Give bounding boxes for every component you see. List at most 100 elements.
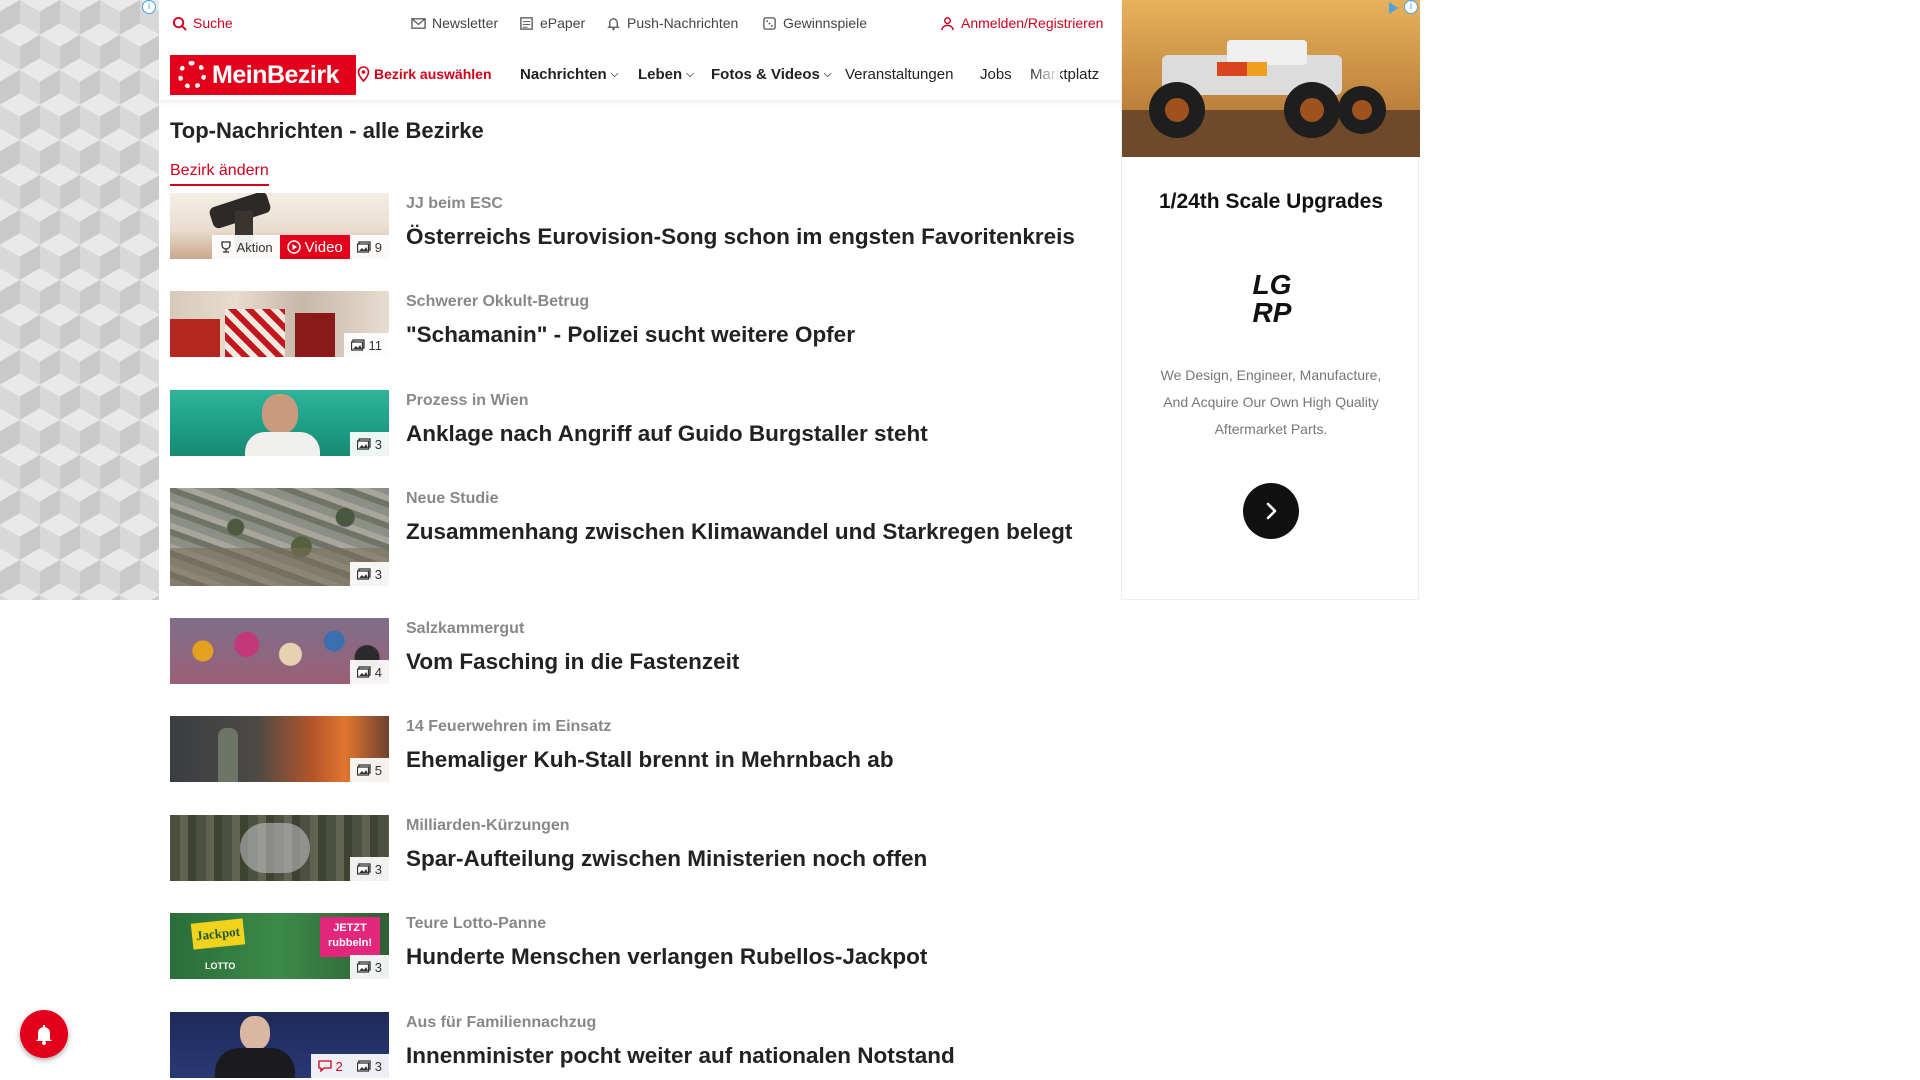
image-count: 3 bbox=[374, 436, 382, 452]
article-kicker: JJ beim ESC bbox=[406, 195, 503, 212]
article-thumbnail[interactable]: Aktion Video 9 bbox=[170, 193, 389, 259]
notification-bell-button[interactable] bbox=[20, 1010, 68, 1058]
article-thumbnail[interactable]: 3 bbox=[170, 815, 389, 881]
article-kicker: Salzkammergut bbox=[406, 620, 525, 637]
thumbnail-person bbox=[215, 1048, 295, 1078]
images-icon bbox=[356, 241, 371, 253]
article-headline[interactable]: Zusammenhang zwischen Klimawandel und St… bbox=[406, 516, 1126, 547]
nav-item-jobs[interactable]: Jobs bbox=[980, 66, 1012, 83]
newsletter-label: Newsletter bbox=[432, 15, 499, 31]
image-count-badge: 3 bbox=[349, 562, 389, 586]
thumbnail-badges: 3 bbox=[349, 955, 389, 979]
action-badge-label: Aktion bbox=[236, 239, 273, 255]
chevron-right-icon bbox=[1266, 502, 1277, 520]
image-count: 5 bbox=[374, 762, 382, 778]
login-link[interactable]: Anmelden/Registrieren bbox=[940, 15, 1103, 31]
article-thumbnail[interactable]: 2 3 bbox=[170, 1012, 389, 1078]
article-headline[interactable]: Österreichs Eurovision-Song schon im eng… bbox=[406, 221, 1126, 252]
location-pin-icon bbox=[357, 66, 370, 82]
article-headline[interactable]: "Schamanin" - Polizei sucht weitere Opfe… bbox=[406, 319, 1126, 350]
article-item[interactable]: 5 14 Feuerwehren im Einsatz Ehemaliger K… bbox=[170, 716, 1120, 786]
ad-info-icon[interactable]: i bbox=[142, 0, 156, 14]
thumbnail-badges: 3 bbox=[349, 857, 389, 881]
thumbnail-sign-jackpot: Jackpot bbox=[190, 918, 246, 950]
article-headline[interactable]: Spar-Aufteilung zwischen Ministerien noc… bbox=[406, 843, 1126, 874]
article-item[interactable]: Aktion Video 9 JJ beim ESC Österreichs E… bbox=[170, 193, 1120, 263]
article-thumbnail[interactable]: Jackpot JETZT rubbeln! LOTTO 3 bbox=[170, 913, 389, 979]
epaper-link[interactable]: ePaper bbox=[519, 15, 585, 31]
envelope-icon bbox=[411, 17, 426, 29]
image-count-badge: 5 bbox=[349, 758, 389, 782]
article-item[interactable]: 3 Neue Studie Zusammenhang zwischen Klim… bbox=[170, 488, 1120, 588]
nav-item-life[interactable]: Leben ⌵ bbox=[638, 66, 694, 83]
user-icon bbox=[941, 16, 954, 30]
ad-choices-icon[interactable] bbox=[1389, 2, 1398, 14]
svg-text:LG: LG bbox=[1253, 269, 1292, 300]
article-thumbnail[interactable]: 5 bbox=[170, 716, 389, 782]
right-ad-banner[interactable]: i 1/24th Scale Upgrades LG RP We Design,… bbox=[1121, 0, 1420, 600]
article-thumbnail[interactable]: 3 bbox=[170, 390, 389, 456]
nav-item-news[interactable]: Nachrichten ⌵ bbox=[520, 66, 618, 83]
utility-bar: Suche Newsletter ePaper Push-Nachrichten… bbox=[159, 0, 1121, 46]
article-headline[interactable]: Vom Fasching in die Fastenzeit bbox=[406, 646, 1126, 677]
district-select[interactable]: Bezirk auswählen bbox=[357, 66, 492, 82]
image-count: 9 bbox=[374, 239, 382, 255]
article-item[interactable]: 4 Salzkammergut Vom Fasching in die Fast… bbox=[170, 618, 1120, 688]
nav-fade bbox=[1030, 55, 1060, 95]
games-label: Gewinnspiele bbox=[783, 15, 868, 31]
images-icon bbox=[350, 339, 365, 351]
images-icon bbox=[356, 863, 371, 875]
article-thumbnail[interactable]: 11 bbox=[170, 291, 389, 357]
article-headline[interactable]: Innenminister pocht weiter auf nationale… bbox=[406, 1040, 1126, 1071]
article-item[interactable]: 3 Milliarden-Kürzungen Spar-Aufteilung z… bbox=[170, 815, 1120, 885]
newsletter-link[interactable]: Newsletter bbox=[411, 15, 498, 31]
article-item[interactable]: 2 3 Aus für Familiennachzug Innenministe… bbox=[170, 1012, 1120, 1080]
ad-next-button[interactable] bbox=[1243, 483, 1299, 539]
image-count: 3 bbox=[374, 959, 382, 975]
comment-count: 2 bbox=[335, 1058, 343, 1074]
image-count: 3 bbox=[374, 566, 382, 582]
chevron-down-icon: ⌵ bbox=[686, 69, 694, 80]
article-headline[interactable]: Anklage nach Angriff auf Guido Burgstall… bbox=[406, 418, 1126, 449]
thumbnail-person bbox=[240, 1016, 270, 1050]
ad-title[interactable]: 1/24th Scale Upgrades bbox=[1122, 190, 1420, 214]
article-thumbnail[interactable]: 3 bbox=[170, 488, 389, 586]
bell-icon bbox=[36, 1025, 52, 1045]
article-kicker: Prozess in Wien bbox=[406, 392, 529, 409]
thumbnail-badges: 3 bbox=[349, 562, 389, 586]
search-link[interactable]: Suche bbox=[172, 15, 233, 31]
logo-text: MeinBezirk bbox=[212, 60, 339, 89]
chevron-down-icon: ⌵ bbox=[610, 69, 619, 80]
article-item[interactable]: 11 Schwerer Okkult-Betrug "Schamanin" - … bbox=[170, 291, 1120, 361]
district-label: Bezirk auswählen bbox=[374, 66, 492, 82]
change-district-link[interactable]: Bezirk ändern bbox=[170, 162, 269, 186]
image-count-badge: 11 bbox=[343, 333, 389, 357]
bell-icon bbox=[607, 17, 620, 30]
games-link[interactable]: Gewinnspiele bbox=[762, 15, 867, 31]
image-count: 4 bbox=[374, 664, 382, 680]
push-notifications-link[interactable]: Push-Nachrichten bbox=[606, 15, 738, 31]
rc-truck-image bbox=[1122, 0, 1420, 157]
article-item[interactable]: 3 Prozess in Wien Anklage nach Angriff a… bbox=[170, 390, 1120, 460]
article-headline[interactable]: Hunderte Menschen verlangen Rubellos-Jac… bbox=[406, 941, 1126, 972]
ad-info-icon[interactable]: i bbox=[1404, 0, 1418, 14]
article-kicker: Teure Lotto-Panne bbox=[406, 915, 547, 932]
thumbnail-cloth bbox=[225, 309, 285, 357]
video-badge-label: Video bbox=[304, 238, 343, 256]
site-logo[interactable]: MeinBezirk bbox=[170, 55, 356, 95]
image-count-badge: 3 bbox=[349, 955, 389, 979]
dice-icon bbox=[763, 16, 776, 30]
play-circle-icon bbox=[286, 240, 301, 254]
page: i Suche Newsletter ePaper Push-Nachricht… bbox=[0, 0, 1920, 1080]
push-label: Push-Nachrichten bbox=[627, 15, 739, 31]
left-ad-banner[interactable]: i bbox=[0, 0, 159, 600]
images-icon bbox=[356, 568, 371, 580]
article-thumbnail[interactable]: 4 bbox=[170, 618, 389, 684]
nav-item-events[interactable]: Veranstaltungen bbox=[845, 66, 953, 83]
ad-photo bbox=[1122, 0, 1420, 157]
nav-item-photos-videos[interactable]: Fotos & Videos ⌵ bbox=[711, 66, 832, 83]
article-item[interactable]: Jackpot JETZT rubbeln! LOTTO 3 Teure Lot… bbox=[170, 913, 1120, 983]
article-kicker: Neue Studie bbox=[406, 490, 499, 507]
thumbnail-cloth bbox=[295, 313, 335, 357]
article-headline[interactable]: Ehemaliger Kuh-Stall brennt in Mehrnbach… bbox=[406, 744, 1126, 775]
